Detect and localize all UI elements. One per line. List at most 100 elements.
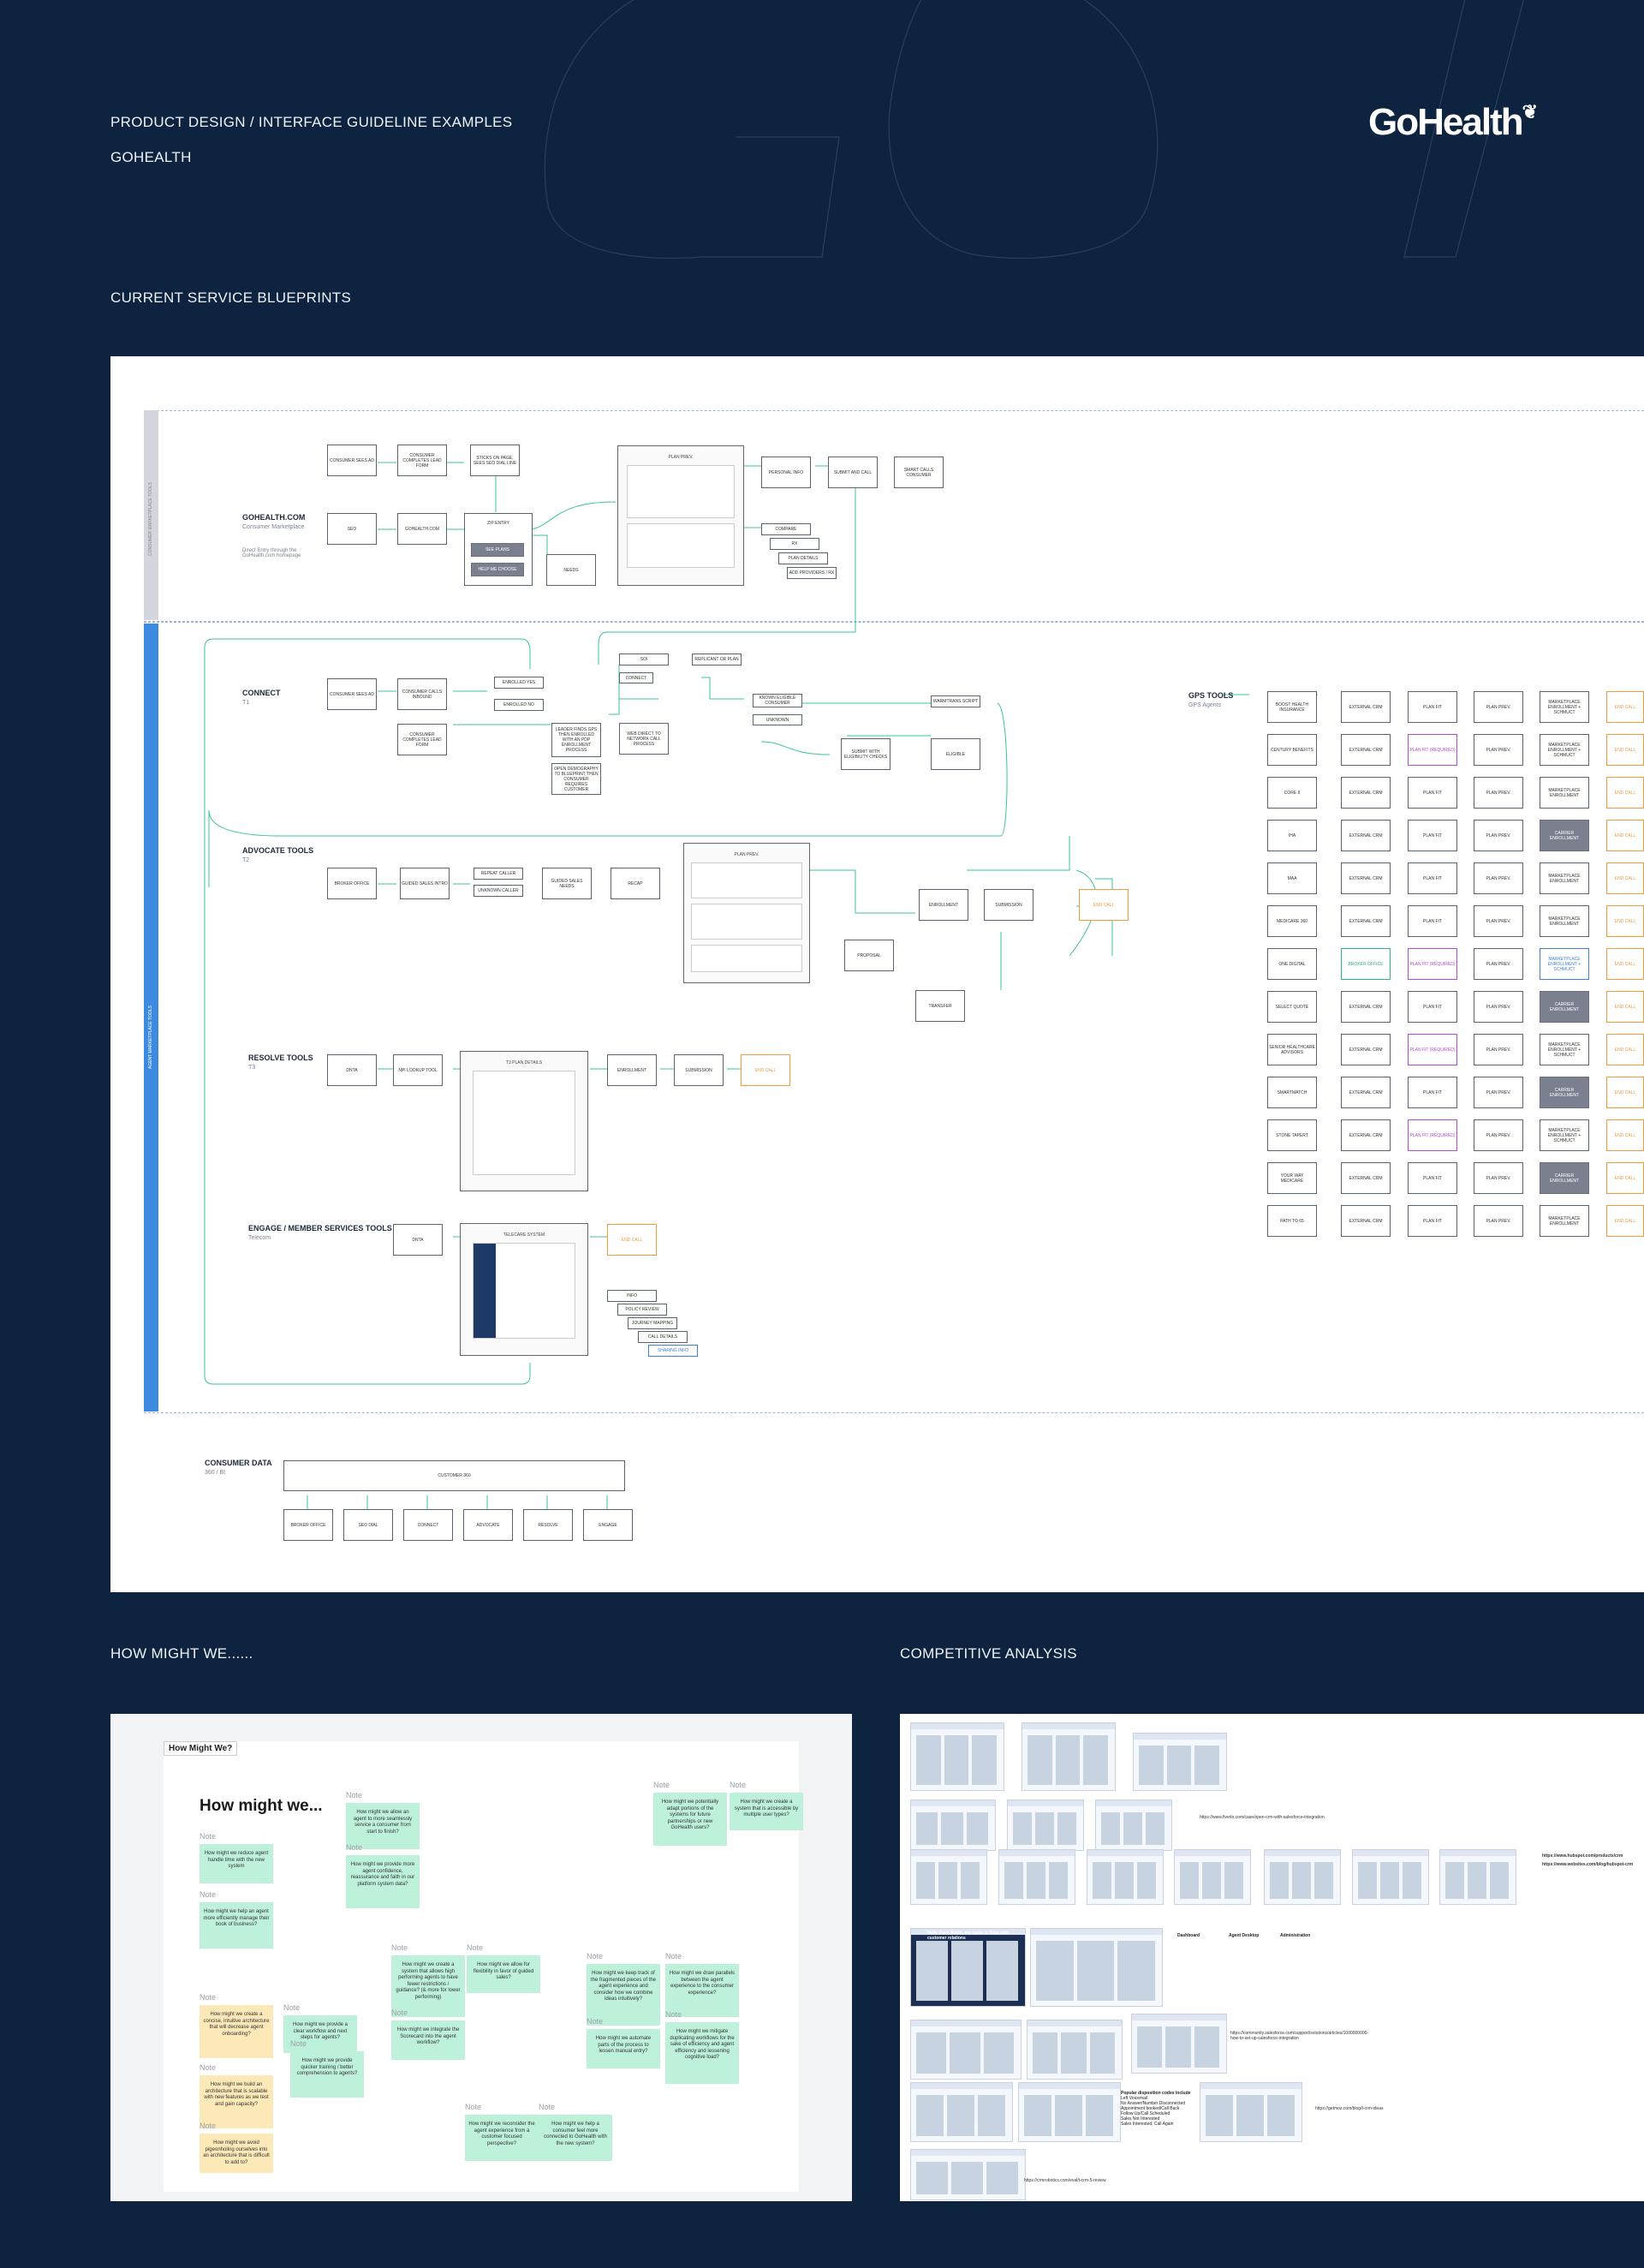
sticky-note[interactable]: How might we help an agent more efficien… xyxy=(200,1902,273,1949)
competitor-screenshot[interactable] xyxy=(1095,1799,1172,1851)
screenshot-block xyxy=(1061,2032,1087,2074)
screenshot-toolbar xyxy=(911,2083,1012,2089)
competitor-screenshot[interactable] xyxy=(910,1849,987,1905)
gps-step: PLAN PREV. xyxy=(1474,905,1523,937)
sticky-note[interactable]: How might we create a concise, intuitive… xyxy=(200,2005,273,2058)
sticky-note[interactable]: How might we reduce agent handle time wi… xyxy=(200,1844,273,1883)
competitive-board: https://www.fiverlo.com/case/open-crm-wi… xyxy=(900,1714,1644,2201)
note-label: Note xyxy=(587,2017,604,2026)
mockup-title: T3 PLAN DETAILS xyxy=(505,1060,543,1065)
flow-step: SUBMIT WITH ELIGIBILITY CHECKS xyxy=(841,738,890,770)
sticky-note[interactable]: How might we potentially adapt portions … xyxy=(653,1793,727,1846)
gps-step: MARKETPLACE ENROLLMENT + SCHMUCT xyxy=(1540,1119,1589,1151)
competitor-screenshot[interactable] xyxy=(1087,1849,1164,1905)
flow-step: UNKNOWN xyxy=(753,714,802,725)
gps-step: END CALL xyxy=(1606,862,1644,894)
gps-step: EXTERNAL CRM xyxy=(1341,691,1391,723)
competitor-screenshot[interactable] xyxy=(1174,1849,1251,1905)
competitor-screenshot[interactable] xyxy=(1007,1799,1084,1851)
flow-step: SMART CALLS CONSUMER xyxy=(894,457,944,488)
lane-title-advocate: ADVOCATE TOOLS xyxy=(242,846,314,855)
screenshot-block xyxy=(1358,1862,1377,1899)
screenshot-block xyxy=(1115,1862,1134,1899)
gps-step: PLAN PREV. xyxy=(1474,991,1523,1023)
gps-step: EXTERNAL CRM xyxy=(1341,1034,1391,1065)
screenshot-block xyxy=(1165,2026,1191,2068)
screenshot-block xyxy=(1013,1812,1032,1845)
gps-step: EXTERNAL CRM xyxy=(1341,1162,1391,1194)
competitor-url[interactable]: https://community.salesforce.com/support… xyxy=(1230,2031,1368,2041)
sticky-note[interactable]: How might we draw parallels between the … xyxy=(665,1964,739,2017)
competitor-screenshot[interactable] xyxy=(1131,2014,1227,2074)
screenshot-block xyxy=(986,1941,1018,2001)
screenshot-toolbar xyxy=(1134,1734,1226,1740)
gps-step: PLAN PREV. xyxy=(1474,777,1523,809)
gps-step: PLAN FIT (REQUIRED) xyxy=(1408,1034,1457,1065)
sticky-note[interactable]: How might we allow an agent to more seam… xyxy=(346,1803,420,1849)
competitor-screenshot[interactable] xyxy=(910,2082,1013,2142)
flow-step: PROPOSAL xyxy=(844,940,894,971)
gps-step: END CALL xyxy=(1606,777,1644,809)
competitor-screenshot[interactable] xyxy=(1018,2082,1121,2142)
competitor-screenshot[interactable] xyxy=(1352,1849,1429,1905)
screenshot-block xyxy=(1055,2095,1082,2136)
competitor-screenshot[interactable] xyxy=(1030,1928,1163,2007)
sticky-note[interactable]: How might we allow for flexibility in fa… xyxy=(467,1955,540,1993)
sticky-note[interactable]: How might we help a consumer feel more c… xyxy=(539,2115,612,2161)
gps-step: EXTERNAL CRM xyxy=(1341,734,1391,766)
consumer-data-item: ADVOCATE xyxy=(463,1509,513,1541)
competitor-url[interactable]: https://www.hubspot.com/products/crm xyxy=(1542,1853,1623,1859)
flow-step: NPI LOOKUP TOOL xyxy=(393,1054,443,1086)
flow-step: GUIDED SALES INTRO xyxy=(400,868,450,899)
sticky-note[interactable]: How might we integrate the Scorecard int… xyxy=(391,2020,465,2060)
lane-sub-engage: Telecom xyxy=(248,1235,271,1241)
competitor-screenshot[interactable] xyxy=(910,1799,996,1851)
consumer-data-item: BROKER OFFICE xyxy=(283,1509,333,1541)
gps-step: END CALL xyxy=(1606,1077,1644,1108)
sticky-note[interactable]: How might we provide quicker training / … xyxy=(290,2051,364,2098)
gps-step: END CALL xyxy=(1606,905,1644,937)
sticky-note[interactable]: How might we mitigate duplicating workfl… xyxy=(665,2022,739,2084)
screenshot-block xyxy=(1057,1812,1076,1845)
plan-details-mockup: T3 PLAN DETAILS xyxy=(460,1051,588,1191)
disposition-item: Sales Interested, Call Again xyxy=(1121,2122,1174,2127)
sticky-note[interactable]: How might we avoid pigeonholing ourselve… xyxy=(200,2134,273,2173)
lane-title-gohealth: GOHEALTH.COM xyxy=(242,513,306,522)
flow-step: CONSUMER CALLS INBOUND xyxy=(397,678,447,710)
competitor-screenshot[interactable] xyxy=(998,1849,1075,1905)
note-label: Note xyxy=(467,1943,484,1952)
sticky-note[interactable]: How might we build an architecture that … xyxy=(200,2075,273,2128)
competitor-screenshot[interactable] xyxy=(1264,1849,1341,1905)
gps-step: END CALL xyxy=(1606,734,1644,766)
competitor-screenshot[interactable] xyxy=(910,2020,1022,2080)
screenshot-block xyxy=(1202,1862,1221,1899)
screenshot-block xyxy=(1101,1812,1120,1845)
gps-step: ONE DIGITAL xyxy=(1267,948,1317,980)
sticky-note[interactable]: How might we reconsider the agent experi… xyxy=(465,2115,539,2161)
flow-step: UNKNOWN CALLER xyxy=(474,885,523,897)
lane-title-engage: ENGAGE / MEMBER SERVICES TOOLS xyxy=(248,1224,392,1232)
gps-step: PLAN PREV. xyxy=(1474,1119,1523,1151)
competitor-screenshot[interactable] xyxy=(1022,1722,1116,1791)
sticky-note[interactable]: How might we create a system that is acc… xyxy=(730,1793,803,1830)
screenshot-block xyxy=(966,1812,988,1845)
competitor-url[interactable]: https://crmrobotics.com/eval/t-crm-5-rev… xyxy=(1024,2178,1106,2183)
sticky-note[interactable]: How might we provide more agent confiden… xyxy=(346,1855,420,1908)
gps-step: PLAN FIT xyxy=(1408,862,1457,894)
competitor-url[interactable]: https://getmoz.com/blog/t-crm-ideas xyxy=(1315,2106,1383,2111)
logo-text: GoHealth xyxy=(1368,101,1524,143)
competitor-screenshot[interactable] xyxy=(1027,2020,1123,2080)
competitor-url[interactable]: https://www.websites.com/blog/hubspot-cr… xyxy=(1542,1862,1633,1867)
gps-step: PLAN FIT xyxy=(1408,905,1457,937)
sticky-note[interactable]: How might we automate parts of the proce… xyxy=(587,2029,660,2068)
competitor-screenshot[interactable] xyxy=(1439,1849,1516,1905)
note-label: Note xyxy=(200,1993,217,2002)
gps-step: PLAN PREV. xyxy=(1474,1205,1523,1237)
screenshot-block xyxy=(972,1735,997,1785)
competitor-screenshot[interactable] xyxy=(910,2149,1026,2200)
screenshot-block xyxy=(986,2162,1018,2194)
competitor-screenshot[interactable] xyxy=(910,1722,1004,1791)
competitor-screenshot[interactable] xyxy=(1133,1733,1227,1791)
competitor-url[interactable]: https://www.fiverlo.com/case/open-crm-wi… xyxy=(1200,1815,1325,1820)
competitor-screenshot[interactable] xyxy=(1200,2082,1302,2142)
